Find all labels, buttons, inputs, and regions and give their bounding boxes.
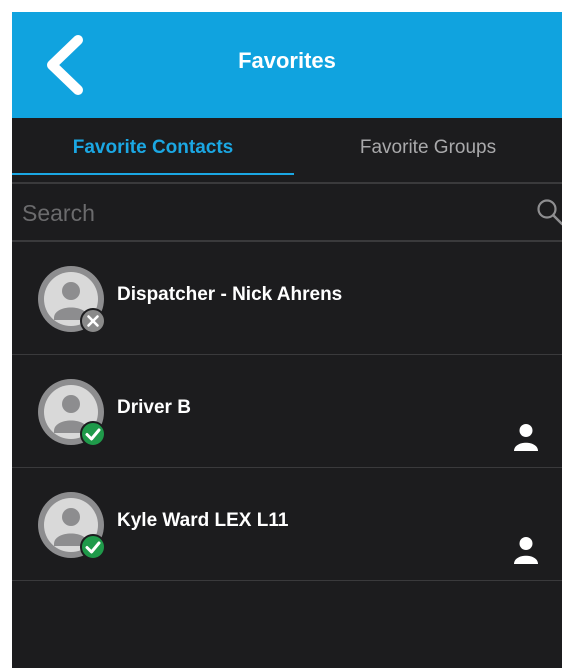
online-check-icon — [80, 421, 106, 447]
app-screen: Favorites Favorite Contacts Favorite Gro… — [12, 12, 562, 668]
online-check-icon — [80, 534, 106, 560]
tab-bar: Favorite Contacts Favorite Groups — [12, 118, 562, 184]
contact-row[interactable]: Driver B — [12, 355, 562, 468]
active-tab-indicator — [12, 173, 294, 175]
person-icon[interactable] — [514, 423, 538, 451]
contact-name: Kyle Ward LEX L11 — [117, 510, 289, 531]
contact-name: Dispatcher - Nick Ahrens — [117, 284, 343, 305]
search-bar — [12, 184, 562, 242]
person-icon[interactable] — [514, 536, 538, 564]
search-icon[interactable] — [536, 198, 562, 226]
contact-name: Driver B — [117, 397, 191, 418]
contact-row[interactable]: Kyle Ward LEX L11 — [12, 468, 562, 581]
avatar — [36, 490, 106, 560]
search-input[interactable] — [20, 192, 524, 234]
avatar — [36, 264, 106, 334]
contact-row[interactable]: Dispatcher - Nick Ahrens — [12, 242, 562, 355]
avatar — [36, 377, 106, 447]
tab-favorite-groups[interactable]: Favorite Groups — [294, 118, 562, 182]
page-title: Favorites — [238, 48, 336, 73]
contact-list: Dispatcher - Nick Ahrens Driver B Kyle W… — [12, 242, 562, 581]
offline-x-icon — [80, 308, 106, 334]
header-bar: Favorites — [12, 12, 562, 118]
